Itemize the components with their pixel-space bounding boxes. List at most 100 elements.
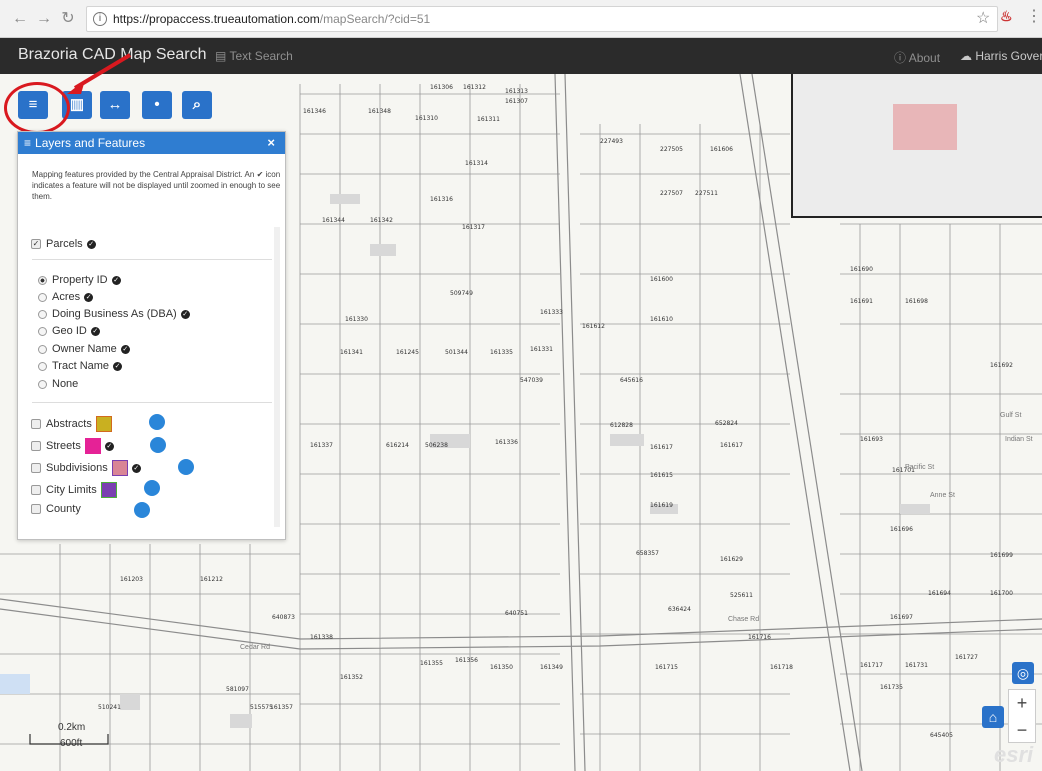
zoom-in-button[interactable]: + xyxy=(1009,690,1035,717)
parcel-label[interactable]: 501344 xyxy=(445,349,468,356)
parcel-label[interactable]: 161717 xyxy=(860,662,883,669)
parcel-label[interactable]: 161341 xyxy=(340,349,363,356)
parcel-label[interactable]: 547039 xyxy=(520,377,543,384)
back-icon[interactable]: ← xyxy=(10,9,30,29)
parcels-toggle[interactable]: ✓ Parcels ✓ xyxy=(31,238,96,250)
parcel-label[interactable]: 509749 xyxy=(450,290,473,297)
parcel-label[interactable]: 161629 xyxy=(720,556,743,563)
parcel-label[interactable]: 645616 xyxy=(620,377,643,384)
parcel-label[interactable]: 161307 xyxy=(505,98,528,105)
parcel-label[interactable]: 227511 xyxy=(695,190,718,197)
parcel-label[interactable]: 161312 xyxy=(463,84,486,91)
radio-button[interactable] xyxy=(38,379,47,389)
label-option[interactable]: Geo ID ✓ xyxy=(38,325,100,337)
parcel-label[interactable]: 161337 xyxy=(310,442,333,449)
parcel-label[interactable]: 161612 xyxy=(582,323,605,330)
label-option[interactable]: Owner Name ✓ xyxy=(38,343,130,355)
parcel-label[interactable]: 616214 xyxy=(386,442,409,449)
overview-map[interactable] xyxy=(791,74,1042,218)
parcel-label[interactable]: 612828 xyxy=(610,422,633,429)
parcel-label[interactable]: 640751 xyxy=(505,610,528,617)
parcel-label[interactable]: 161690 xyxy=(850,266,873,273)
parcel-label[interactable]: 636424 xyxy=(668,606,691,613)
parcel-label[interactable]: 161727 xyxy=(955,654,978,661)
parcel-label[interactable]: 506238 xyxy=(425,442,448,449)
layer-checkbox[interactable] xyxy=(31,463,41,473)
parcel-label[interactable]: 161731 xyxy=(905,662,928,669)
parcels-checkbox[interactable]: ✓ xyxy=(31,239,41,249)
parcel-label[interactable]: 161617 xyxy=(720,442,743,449)
bookmark-star-icon[interactable]: ☆ xyxy=(976,8,990,28)
parcel-label[interactable]: 161694 xyxy=(928,590,951,597)
parcel-label[interactable]: 161619 xyxy=(650,502,673,509)
parcel-label[interactable]: 161344 xyxy=(322,217,345,224)
info-icon[interactable]: i xyxy=(93,12,107,26)
radio-button[interactable] xyxy=(38,292,47,302)
locate-control[interactable]: ◎ xyxy=(1012,662,1034,684)
label-option[interactable]: Property ID ✓ xyxy=(38,274,121,286)
layer-checkbox[interactable] xyxy=(31,441,41,451)
parcel-label[interactable]: 581097 xyxy=(226,686,249,693)
radio-button[interactable] xyxy=(38,344,47,354)
parcel-label[interactable]: 161350 xyxy=(490,664,513,671)
parcel-label[interactable]: 161306 xyxy=(430,84,453,91)
parcel-label[interactable]: 161342 xyxy=(370,217,393,224)
layer-city-limits[interactable]: City Limits xyxy=(31,482,117,498)
parcel-label[interactable]: 161615 xyxy=(650,472,673,479)
label-option[interactable]: Tract Name ✓ xyxy=(38,360,123,372)
parcel-label[interactable]: 161693 xyxy=(860,436,883,443)
parcel-label[interactable]: 161610 xyxy=(650,316,673,323)
search-button[interactable]: ⌕ xyxy=(182,91,212,119)
radio-button[interactable] xyxy=(38,275,47,285)
parcel-label[interactable]: 161311 xyxy=(477,116,500,123)
parcel-label[interactable]: 161617 xyxy=(650,444,673,451)
parcel-label[interactable]: 227507 xyxy=(660,190,683,197)
parcel-label[interactable]: 510241 xyxy=(98,704,121,711)
label-option[interactable]: Acres ✓ xyxy=(38,291,94,303)
parcel-label[interactable]: 161691 xyxy=(850,298,873,305)
layer-checkbox[interactable] xyxy=(31,419,41,429)
parcel-label[interactable]: 161333 xyxy=(540,309,563,316)
parcel-label[interactable]: 161338 xyxy=(310,634,333,641)
parcel-label[interactable]: 161346 xyxy=(303,108,326,115)
parcel-label[interactable]: 525611 xyxy=(730,592,753,599)
parcel-label[interactable]: 161692 xyxy=(990,362,1013,369)
address-bar[interactable]: i https://propaccess.trueautomation.com/… xyxy=(86,6,998,32)
panel-scrollbar[interactable] xyxy=(274,227,280,527)
parcel-label[interactable]: 161699 xyxy=(990,552,1013,559)
parcel-label[interactable]: 645405 xyxy=(930,732,953,739)
parcel-label[interactable]: 227505 xyxy=(660,146,683,153)
parcel-label[interactable]: 161212 xyxy=(200,576,223,583)
parcel-label[interactable]: 161348 xyxy=(368,108,391,115)
text-search-link[interactable]: ▤ Text Search xyxy=(215,49,293,63)
radio-button[interactable] xyxy=(38,361,47,371)
label-option[interactable]: None xyxy=(38,378,78,390)
home-control[interactable]: ⌂ xyxy=(982,706,1004,728)
label-option[interactable]: Doing Business As (DBA) ✓ xyxy=(38,308,190,320)
parcel-label[interactable]: 161716 xyxy=(748,634,771,641)
parcel-label[interactable]: 161718 xyxy=(770,664,793,671)
parcel-label[interactable]: 658357 xyxy=(636,550,659,557)
parcel-label[interactable]: 161698 xyxy=(905,298,928,305)
reload-icon[interactable]: ↻ xyxy=(58,9,78,29)
parcel-label[interactable]: 227493 xyxy=(600,138,623,145)
layer-county[interactable]: County xyxy=(31,503,81,515)
close-icon[interactable]: × xyxy=(267,132,275,154)
parcel-label[interactable]: 161349 xyxy=(540,664,563,671)
parcel-label[interactable]: 161203 xyxy=(120,576,143,583)
locate-button[interactable]: • xyxy=(142,91,172,119)
layer-checkbox[interactable] xyxy=(31,485,41,495)
parcel-label[interactable]: 161313 xyxy=(505,88,528,95)
layer-abstracts[interactable]: Abstracts xyxy=(31,416,112,432)
parcel-label[interactable]: 161606 xyxy=(710,146,733,153)
forward-icon[interactable]: → xyxy=(34,9,54,29)
layer-subdivisions[interactable]: Subdivisions ✓ xyxy=(31,460,141,476)
parcel-label[interactable]: 652824 xyxy=(715,420,738,427)
parcel-label[interactable]: 161335 xyxy=(490,349,513,356)
extension-icon[interactable]: ♨ xyxy=(1000,8,1013,25)
about-link[interactable]: ⓘ About xyxy=(894,49,940,66)
parcel-label[interactable]: 161352 xyxy=(340,674,363,681)
parcel-label[interactable]: 161600 xyxy=(650,276,673,283)
parcel-label[interactable]: 161715 xyxy=(655,664,678,671)
layer-streets[interactable]: Streets ✓ xyxy=(31,438,114,454)
